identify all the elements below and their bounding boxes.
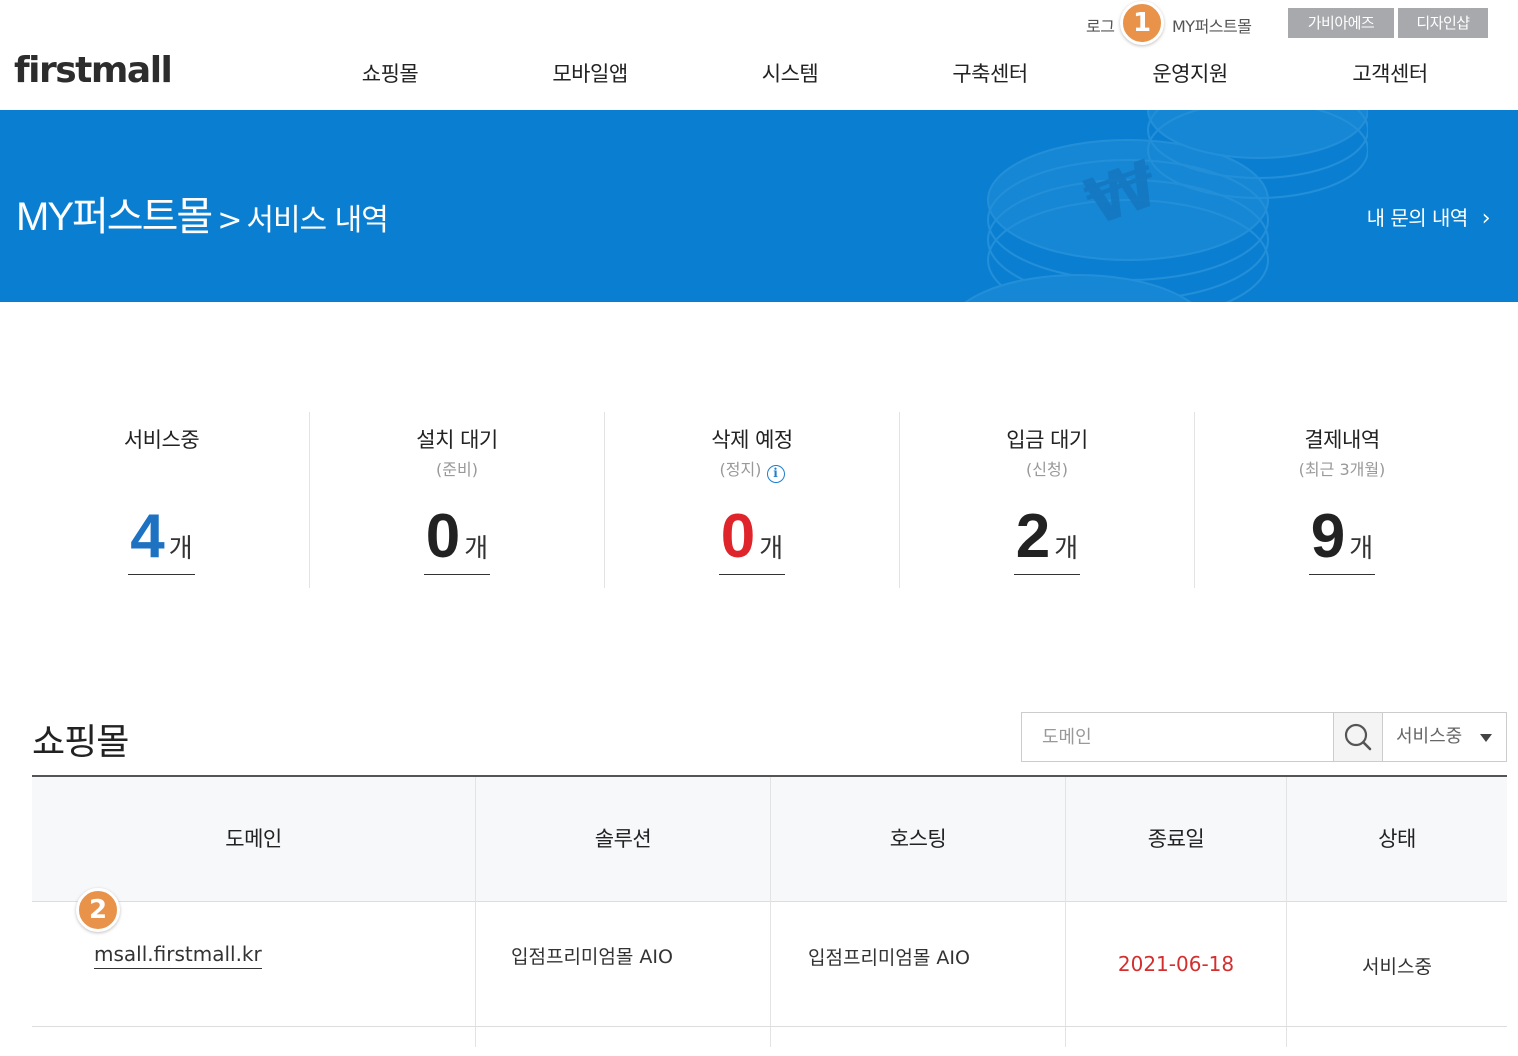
domain-search-input[interactable]: [1021, 712, 1334, 762]
stat-unit: 개: [168, 534, 193, 564]
stat-label: 삭제 예정: [711, 428, 793, 452]
stat-number: 9: [1310, 502, 1346, 571]
stat-unit: 개: [464, 534, 489, 564]
chevron-right-icon: ›: [1481, 206, 1491, 231]
nav-item-build-center[interactable]: 구축센터: [890, 58, 1090, 88]
stat-number: 4: [130, 502, 165, 571]
column-header-solution: 솔루션: [475, 777, 770, 902]
table-header: 도메인 솔루션 호스팅 종료일 상태: [32, 775, 1507, 902]
column-header-end-date: 종료일: [1065, 777, 1286, 902]
nav-item-operation-support[interactable]: 운영지원: [1090, 58, 1290, 88]
page-title-main: MY퍼스트몰: [16, 195, 213, 239]
status-text: 서비스중: [1362, 956, 1432, 978]
stat-unit: 개: [1054, 534, 1079, 564]
page-banner: ₩ MY퍼스트몰 > 서비스 내역 내 문의 내역 ›: [0, 110, 1518, 302]
coin-illustration: ₩: [964, 110, 1368, 302]
stat-label: 서비스중: [123, 428, 200, 452]
column-header-hosting: 호스팅: [770, 777, 1065, 902]
search-button[interactable]: [1333, 712, 1383, 762]
hosting-text: 입점프리미엄몰 AIO: [808, 947, 970, 969]
gabia-ez-button[interactable]: 가비아에즈: [1288, 8, 1394, 38]
nav-item-customer-center[interactable]: 고객센터: [1290, 58, 1490, 88]
stat-delete-scheduled: 삭제 예정 (정지) i 0개: [604, 412, 899, 588]
nav-item-mobile-app[interactable]: 모바일앱: [490, 58, 690, 88]
stat-number: 0: [425, 502, 461, 571]
page-title: MY퍼스트몰 > 서비스 내역: [16, 184, 389, 242]
page-title-sub: 서비스 내역: [246, 203, 389, 238]
service-stats: 서비스중 4개 설치 대기 (준비) 0개 삭제 예정 (정지) i 0개 입금…: [14, 412, 1490, 588]
stat-in-service: 서비스중 4개: [14, 412, 309, 588]
stat-label: 입금 대기: [1006, 428, 1088, 452]
caret-down-icon: [1480, 734, 1492, 742]
design-shop-button[interactable]: 디자인샵: [1398, 8, 1488, 38]
column-header-status: 상태: [1286, 777, 1507, 902]
stat-install-waiting: 설치 대기 (준비) 0개: [309, 412, 604, 588]
stat-sublabel: (최근 3개월): [1298, 460, 1386, 479]
solution-text: 입점프리미엄몰 AIO: [511, 946, 673, 968]
cell-solution: 입점프리미엄몰 AIO: [475, 902, 770, 1026]
table-row: msall.firstmall.kr 입점프리미엄몰 AIO 입점프리미엄몰 A…: [32, 902, 1507, 1027]
cell-status: 서비스중: [1286, 902, 1507, 1026]
stat-sublabel: (신청): [1026, 460, 1068, 479]
column-header-domain: 도메인: [225, 827, 282, 851]
stat-label: 결제내역: [1304, 428, 1380, 452]
stat-sublabel: (준비): [436, 460, 478, 479]
stat-number: 2: [1015, 502, 1051, 571]
stat-value-link[interactable]: 0개: [718, 502, 786, 575]
shopping-mall-table: 도메인 솔루션 호스팅 종료일 상태 msall.firstmall.kr 입점…: [32, 775, 1507, 1047]
cell-end-date: 2021-06-18: [1065, 902, 1286, 1026]
step-marker-2: 2: [76, 888, 120, 932]
info-icon[interactable]: i: [766, 465, 785, 483]
status-filter-select[interactable]: 서비스중: [1382, 712, 1507, 762]
stat-value-link[interactable]: 9개: [1308, 502, 1376, 575]
stat-sublabel: (정지): [719, 460, 762, 479]
main-nav: 쇼핑몰 모바일앱 시스템 구축센터 운영지원 고객센터: [290, 58, 1490, 90]
end-date-text: 2021-06-18: [1117, 952, 1235, 976]
stat-sublabel-wrap: (정지) i: [605, 456, 899, 483]
nav-item-system[interactable]: 시스템: [690, 58, 890, 88]
stat-value-link[interactable]: 4개: [128, 502, 195, 575]
stat-payment-history: 결제내역 (최근 3개월) 9개: [1194, 412, 1489, 588]
utility-bar: 로그 MY퍼스트몰 가비아에즈 디자인샵: [998, 0, 1518, 48]
nav-item-shopping-mall[interactable]: 쇼핑몰: [290, 58, 490, 88]
stat-label: 설치 대기: [416, 428, 498, 452]
search-icon: [1344, 723, 1372, 751]
cell-hosting: 입점프리미엄몰 AIO: [770, 902, 1065, 1026]
table-row-next: [32, 1027, 1507, 1047]
breadcrumb-separator: >: [217, 203, 243, 238]
step-marker-1: 1: [1120, 1, 1164, 45]
stat-value-link[interactable]: 2개: [1013, 502, 1081, 575]
section-title: 쇼핑몰: [32, 722, 129, 763]
logo[interactable]: firstmall: [14, 50, 173, 91]
stat-value-link[interactable]: 0개: [423, 502, 491, 575]
stat-payment-waiting: 입금 대기 (신청) 2개: [899, 412, 1194, 588]
stat-unit: 개: [759, 534, 784, 564]
status-filter-value: 서비스중: [1396, 726, 1463, 747]
my-inquiries-link[interactable]: 내 문의 내역 ›: [1366, 202, 1491, 231]
stat-unit: 개: [1349, 534, 1374, 564]
my-inquiries-label: 내 문의 내역: [1366, 206, 1469, 230]
my-firstmall-link[interactable]: MY퍼스트몰: [1172, 13, 1252, 37]
stat-number: 0: [720, 502, 756, 571]
domain-link[interactable]: msall.firstmall.kr: [94, 942, 262, 969]
login-link[interactable]: 로그: [1086, 13, 1115, 37]
